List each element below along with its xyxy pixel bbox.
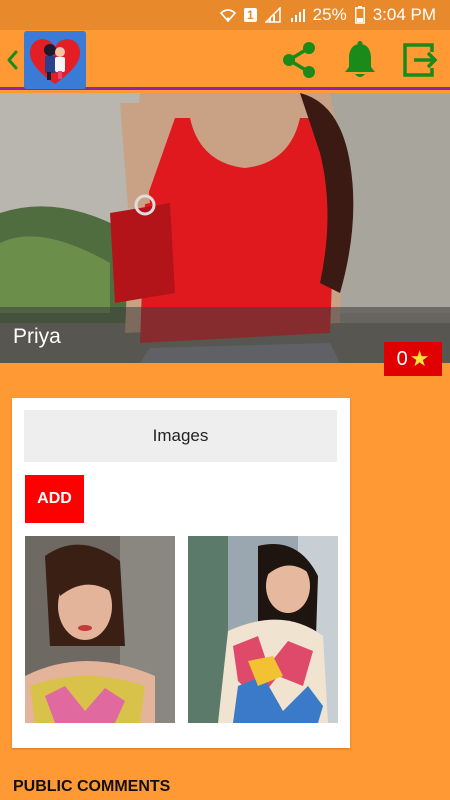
name-strip — [0, 307, 450, 363]
wifi-icon — [219, 7, 236, 23]
clock: 3:04 PM — [372, 5, 436, 24]
bell-icon — [345, 41, 375, 77]
toolbar — [0, 30, 450, 90]
signal-icon — [264, 7, 281, 23]
sim-icon: 1 — [243, 8, 257, 22]
signal-icon-2 — [289, 7, 305, 23]
notification-button[interactable] — [337, 38, 383, 82]
status-bar: 1 25% 3:04 PM — [0, 0, 450, 30]
share-icon — [283, 42, 315, 78]
rating-count: 0 — [396, 347, 408, 370]
image-thumbnail[interactable] — [25, 536, 175, 723]
battery-percent: 25% — [312, 5, 347, 24]
rating-badge[interactable]: 0 ★ — [384, 342, 442, 376]
logout-button[interactable] — [396, 38, 442, 82]
share-button[interactable] — [276, 38, 322, 82]
exit-icon — [403, 43, 438, 77]
heart-couple-icon — [24, 31, 86, 89]
images-header: Images — [24, 410, 337, 462]
public-comments-heading: PUBLIC COMMENTS — [13, 778, 171, 795]
back-button[interactable] — [4, 44, 22, 76]
star-icon: ★ — [409, 346, 430, 371]
app-logo[interactable] — [24, 31, 86, 89]
thumbnail-image-2 — [188, 536, 338, 723]
battery-icon — [354, 6, 365, 24]
images-card: Images ADD — [12, 398, 350, 748]
profile-photo[interactable]: Priya — [0, 93, 450, 363]
profile-name: Priya — [13, 325, 61, 348]
thumbnail-image-1 — [25, 536, 175, 723]
chevron-left-icon — [7, 50, 18, 70]
image-thumbnail[interactable] — [188, 536, 338, 723]
add-image-button[interactable]: ADD — [25, 475, 84, 523]
